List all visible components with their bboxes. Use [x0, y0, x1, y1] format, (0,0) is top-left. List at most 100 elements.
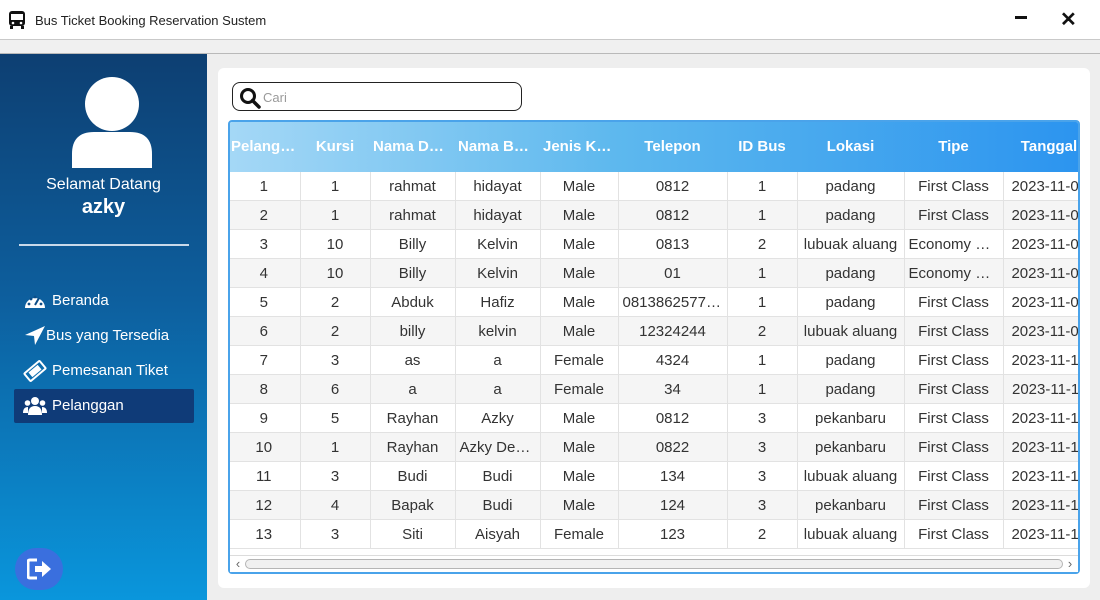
table-cell[interactable]: lubuak aluang — [797, 229, 905, 259]
logout-button[interactable] — [15, 548, 63, 590]
table-cell[interactable]: kelvin — [455, 316, 541, 346]
table-cell[interactable]: First Class — [904, 200, 1004, 230]
column-header[interactable]: Tipe — [904, 122, 1003, 172]
table-cell[interactable]: 2023-11-13 — [1003, 432, 1078, 462]
table-cell[interactable]: lubuak aluang — [797, 461, 905, 491]
sidebar-item-beranda[interactable]: Beranda — [14, 284, 194, 318]
table-cell[interactable]: Female — [540, 345, 619, 375]
table-cell[interactable]: 2023-11-11 — [1003, 374, 1078, 404]
table-cell[interactable]: 2023-11-09 — [1003, 316, 1078, 346]
table-cell[interactable]: 0813 — [618, 229, 728, 259]
column-header[interactable]: Jenis Kelamin — [540, 122, 618, 172]
table-cell[interactable]: First Class — [904, 432, 1004, 462]
table-cell[interactable]: 0812 — [618, 200, 728, 230]
column-header[interactable]: ID Bus — [727, 122, 797, 172]
table-cell[interactable]: padang — [797, 172, 905, 201]
table-cell[interactable]: 34 — [618, 374, 728, 404]
table-cell[interactable]: lubuak aluang — [797, 316, 905, 346]
table-cell[interactable]: First Class — [904, 345, 1004, 375]
table-cell[interactable]: 3 — [727, 432, 798, 462]
table-row[interactable]: 9 5 Rayhan Azky Male 0812 3 pekanbaru First Clas… — [230, 403, 1078, 433]
column-header[interactable]: Kursi — [300, 122, 370, 172]
table-cell[interactable]: 2 — [727, 229, 798, 259]
table-cell[interactable]: 2023-11-13 — [1003, 403, 1078, 433]
table-cell[interactable]: Rayhan — [370, 403, 456, 433]
scroll-left-icon[interactable]: ‹ — [231, 556, 245, 572]
table-cell[interactable]: 9 — [230, 403, 301, 433]
table-cell[interactable]: 2 — [230, 200, 301, 230]
table-cell[interactable]: 1 — [300, 200, 371, 230]
table-row[interactable]: 7 3 as a Female 4324 1 padang First Class 2023-11… — [230, 345, 1078, 375]
table-cell[interactable]: Rayhan — [370, 432, 456, 462]
table-cell[interactable]: Male — [540, 172, 619, 201]
table-cell[interactable]: 10 — [300, 258, 371, 288]
column-header[interactable]: Tanggal — [1003, 122, 1078, 172]
table-cell[interactable]: First Class — [904, 461, 1004, 491]
table-cell[interactable]: lubuak aluang — [797, 519, 905, 549]
search-input[interactable] — [261, 86, 515, 108]
table-row[interactable]: 1 1 rahmat hidayat Male 0812 1 padang First Clas… — [230, 172, 1078, 201]
table-cell[interactable]: Budi — [370, 461, 456, 491]
close-button[interactable]: ✕ — [1055, 6, 1085, 34]
table-cell[interactable]: Budi — [455, 461, 541, 491]
table-cell[interactable]: 1 — [727, 345, 798, 375]
table-cell[interactable]: 2 — [300, 316, 371, 346]
scroll-right-icon[interactable]: › — [1063, 556, 1077, 572]
search-box[interactable] — [232, 82, 522, 111]
horizontal-scrollbar[interactable]: ‹ › — [230, 555, 1078, 572]
table-cell[interactable]: 2023-11-13 — [1003, 461, 1078, 491]
table-cell[interactable]: 10 — [300, 229, 371, 259]
table-cell[interactable]: Male — [540, 432, 619, 462]
table-cell[interactable]: padang — [797, 258, 905, 288]
sidebar-item-bus-yang-tersedia[interactable]: Bus yang Tersedia — [14, 319, 194, 353]
table-cell[interactable]: pekanbaru — [797, 432, 905, 462]
table-cell[interactable]: a — [455, 345, 541, 375]
table-cell[interactable]: 0812 — [618, 403, 728, 433]
table-cell[interactable]: Male — [540, 200, 619, 230]
table-cell[interactable]: 4 — [300, 490, 371, 520]
table-cell[interactable]: First Class — [904, 172, 1004, 201]
table-cell[interactable]: 1 — [230, 172, 301, 201]
table-cell[interactable]: 124 — [618, 490, 728, 520]
table-cell[interactable]: a — [370, 374, 456, 404]
table-cell[interactable]: 3 — [230, 229, 301, 259]
table-cell[interactable]: as — [370, 345, 456, 375]
table-cell[interactable]: 3 — [727, 461, 798, 491]
table-row[interactable]: 3 10 Billy Kelvin Male 0813 2 lubuak aluang Econ… — [230, 229, 1078, 259]
table-cell[interactable]: 12 — [230, 490, 301, 520]
table-cell[interactable]: 2 — [727, 519, 798, 549]
table-cell[interactable]: Economy Class — [904, 258, 1004, 288]
table-cell[interactable]: 0812 — [618, 172, 728, 201]
table-cell[interactable]: Male — [540, 316, 619, 346]
table-row[interactable]: 6 2 billy kelvin Male 12324244 2 lubuak aluang F… — [230, 316, 1078, 346]
table-cell[interactable]: padang — [797, 287, 905, 317]
table-cell[interactable]: 2023-11-09 — [1003, 287, 1078, 317]
column-header[interactable]: Pelanggan — [230, 122, 300, 172]
table-cell[interactable]: 8 — [230, 374, 301, 404]
table-cell[interactable]: Male — [540, 258, 619, 288]
table-cell[interactable]: 12324244 — [618, 316, 728, 346]
table-cell[interactable]: 2023-11-04 — [1003, 200, 1078, 230]
minimize-button[interactable] — [1006, 6, 1036, 34]
table-cell[interactable]: 2023-11-04 — [1003, 172, 1078, 201]
table-cell[interactable]: 3 — [300, 461, 371, 491]
column-header[interactable]: Lokasi — [797, 122, 904, 172]
table-cell[interactable]: 081386257746 — [618, 287, 728, 317]
table-cell[interactable]: 2023-11-14 — [1003, 490, 1078, 520]
table-cell[interactable]: Billy — [370, 258, 456, 288]
table-cell[interactable]: hidayat — [455, 200, 541, 230]
table-cell[interactable]: Female — [540, 519, 619, 549]
table-cell[interactable]: 2 — [300, 287, 371, 317]
table-row[interactable]: 5 2 Abduk Hafiz Male 081386257746 1 padang First… — [230, 287, 1078, 317]
table-cell[interactable]: hidayat — [455, 172, 541, 201]
table-cell[interactable]: Azky — [455, 403, 541, 433]
table-cell[interactable]: 01 — [618, 258, 728, 288]
table-cell[interactable]: 5 — [300, 403, 371, 433]
table-cell[interactable]: 11 — [230, 461, 301, 491]
table-row[interactable]: 2 1 rahmat hidayat Male 0812 1 padang First Clas… — [230, 200, 1078, 230]
table-cell[interactable]: Kelvin — [455, 229, 541, 259]
table-cell[interactable]: padang — [797, 374, 905, 404]
table-cell[interactable]: pekanbaru — [797, 403, 905, 433]
table-row[interactable]: 101RayhanAzky DewanggaMale08223pekanbaru… — [230, 432, 1078, 462]
table-cell[interactable]: First Class — [904, 490, 1004, 520]
